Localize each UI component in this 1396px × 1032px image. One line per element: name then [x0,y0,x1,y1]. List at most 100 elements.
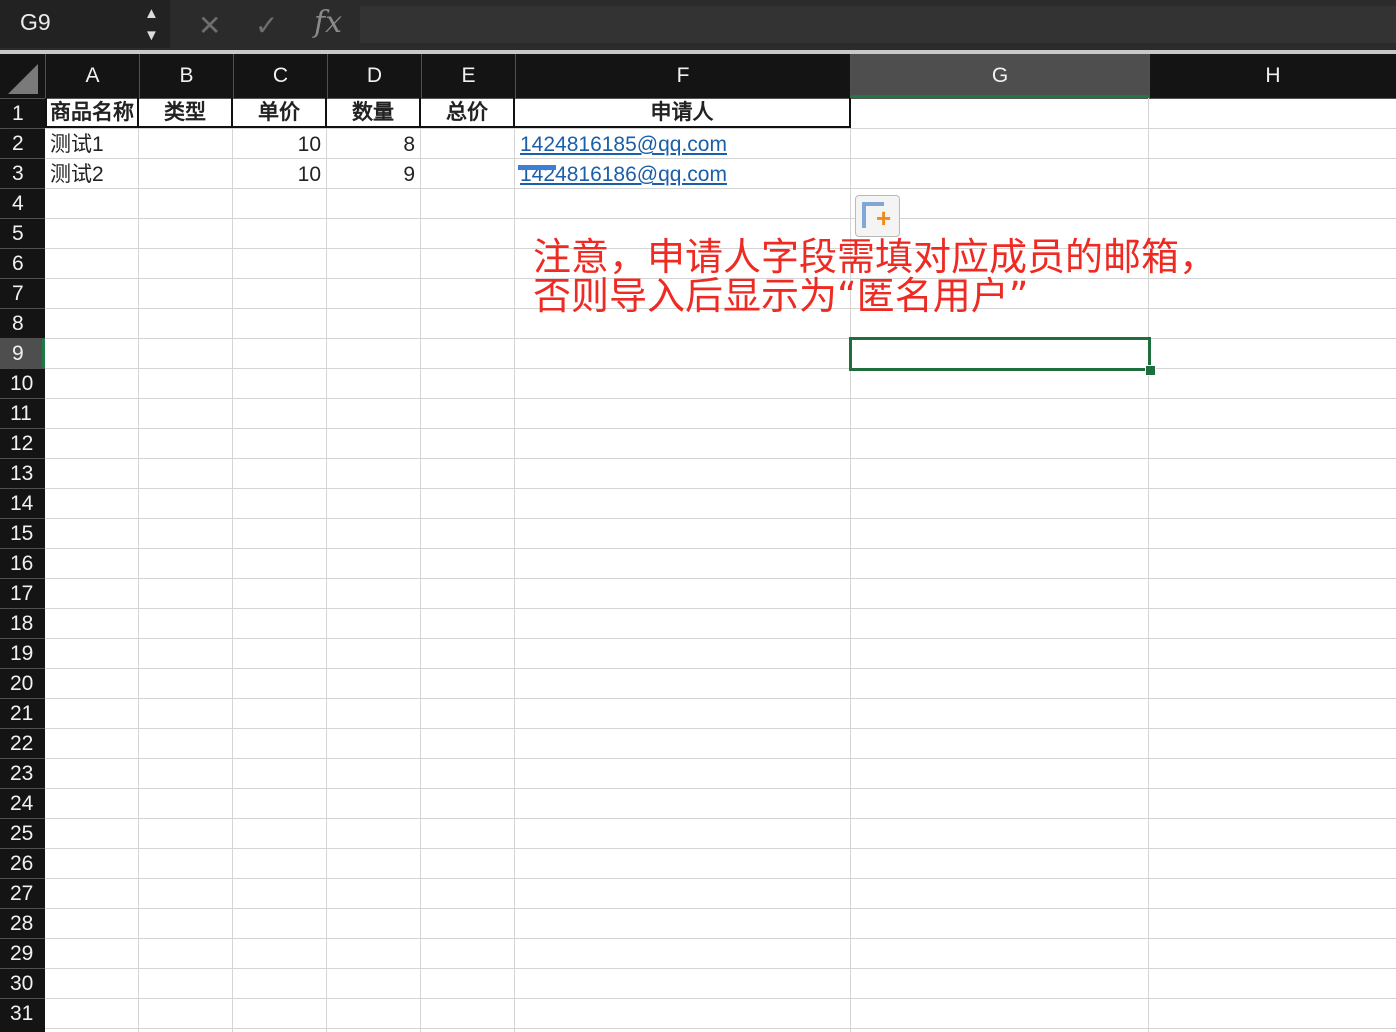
row-header-22[interactable]: 22 [0,728,45,758]
gridline [45,128,1396,129]
row-header-4[interactable]: 4 [0,188,45,218]
stepper-down-icon[interactable]: ▼ [144,28,159,43]
gridline [45,488,1396,489]
cell-b1[interactable]: 类型 [139,98,233,128]
row-header-19[interactable]: 19 [0,638,45,668]
row-header-11[interactable]: 11 [0,398,45,428]
cell-c3[interactable]: 10 [233,160,327,190]
cell-a3[interactable]: 测试2 [45,160,139,190]
active-cell-g9[interactable] [849,337,1151,371]
insert-function-icon[interactable]: fx [314,5,342,40]
cell-d1[interactable]: 数量 [327,98,421,128]
gridline [45,758,1396,759]
fill-handle[interactable] [1145,365,1156,376]
column-header-e[interactable]: E [421,54,515,98]
gridline [138,98,139,1032]
gridline [514,98,515,1032]
gridline [45,908,1396,909]
select-all-icon [8,64,38,94]
formula-input[interactable] [360,6,1396,43]
gridline [45,1028,1396,1029]
row-header-5[interactable]: 5 [0,218,45,248]
cell-f3-link[interactable]: 1424816186@qq.com [515,160,851,190]
gridline [45,368,1396,369]
cell-b2[interactable] [139,130,233,160]
gridline [45,608,1396,609]
cell-c2[interactable]: 10 [233,130,327,160]
gridline [45,518,1396,519]
cell-e1[interactable]: 总价 [421,98,515,128]
gridline [45,698,1396,699]
note-line-2: 否则导入后显示为“匿名用户” [533,274,1029,318]
cell-f1[interactable]: 申请人 [515,98,851,128]
row-header-27[interactable]: 27 [0,878,45,908]
name-box[interactable]: G9 ▲ ▼ [0,0,170,48]
row-header-12[interactable]: 12 [0,428,45,458]
row-header-24[interactable]: 24 [0,788,45,818]
row-header-2[interactable]: 2 [0,128,45,158]
note-line-1: 注意，申请人字段需填对应成员的邮箱， [533,235,1218,279]
gridline [45,218,1396,219]
row-header-3[interactable]: 3 [0,158,45,188]
gridline [45,668,1396,669]
row-header-7[interactable]: 7 [0,278,45,308]
row-header-25[interactable]: 25 [0,818,45,848]
note-text: 注意，申请人字段需填对应成员的邮箱， 否则导入后显示为“匿名用户” [533,238,1217,316]
cell-e3[interactable] [421,160,515,190]
row-header-9[interactable]: 9 [0,338,45,368]
gridline [45,998,1396,999]
column-header-f[interactable]: F [515,54,850,98]
column-header-g[interactable]: G [850,54,1149,98]
row-header-bar: 1 2 3 4 5 6 7 8 9 10 11 12 13 14 15 16 17 18 19 20 21 22 23 24 2… [0,98,45,1032]
cancel-icon[interactable]: ✕ [198,9,221,42]
gridline [45,788,1396,789]
row-header-28[interactable]: 28 [0,908,45,938]
gridline [45,458,1396,459]
cell-a2[interactable]: 测试1 [45,130,139,160]
row-header-17[interactable]: 17 [0,578,45,608]
column-header-h[interactable]: H [1149,54,1396,98]
cell-d3[interactable]: 9 [327,160,421,190]
column-header-c[interactable]: C [233,54,327,98]
autocorrect-indicator[interactable] [518,165,556,170]
row-header-29[interactable]: 29 [0,938,45,968]
row-header-8[interactable]: 8 [0,308,45,338]
stepper-up-icon[interactable]: ▲ [144,6,159,21]
row-header-14[interactable]: 14 [0,488,45,518]
row-header-18[interactable]: 18 [0,608,45,638]
confirm-icon[interactable]: ✓ [255,9,278,42]
cell-d2[interactable]: 8 [327,130,421,160]
row-header-6[interactable]: 6 [0,248,45,278]
name-box-value: G9 [20,9,51,35]
row-header-16[interactable]: 16 [0,548,45,578]
cell-b3[interactable] [139,160,233,190]
gridline [45,428,1396,429]
gridline [45,338,1396,339]
gridline [45,638,1396,639]
row-header-20[interactable]: 20 [0,668,45,698]
gridline [326,98,327,1032]
select-all-button[interactable] [0,54,45,98]
gridline [45,398,1396,399]
gridline [45,848,1396,849]
cell-c1[interactable]: 单价 [233,98,327,128]
stepper-icon[interactable]: ▲ ▼ [144,4,162,46]
column-header-b[interactable]: B [139,54,233,98]
row-header-10[interactable]: 10 [0,368,45,398]
cell-f2-link[interactable]: 1424816185@qq.com [515,130,851,160]
row-header-26[interactable]: 26 [0,848,45,878]
row-header-31[interactable]: 31 [0,998,45,1028]
column-header-d[interactable]: D [327,54,421,98]
row-header-21[interactable]: 21 [0,698,45,728]
paste-options-icon[interactable]: + [855,195,900,237]
row-header-1[interactable]: 1 [0,98,45,128]
formula-bar: G9 ▲ ▼ ✕ ✓ fx [0,0,1396,50]
row-header-23[interactable]: 23 [0,758,45,788]
row-header-30[interactable]: 30 [0,968,45,998]
cell-e2[interactable] [421,130,515,160]
row-header-13[interactable]: 13 [0,458,45,488]
row-header-15[interactable]: 15 [0,518,45,548]
cell-a1[interactable]: 商品名称 [45,98,139,128]
column-header-a[interactable]: A [45,54,139,98]
gridline [45,938,1396,939]
